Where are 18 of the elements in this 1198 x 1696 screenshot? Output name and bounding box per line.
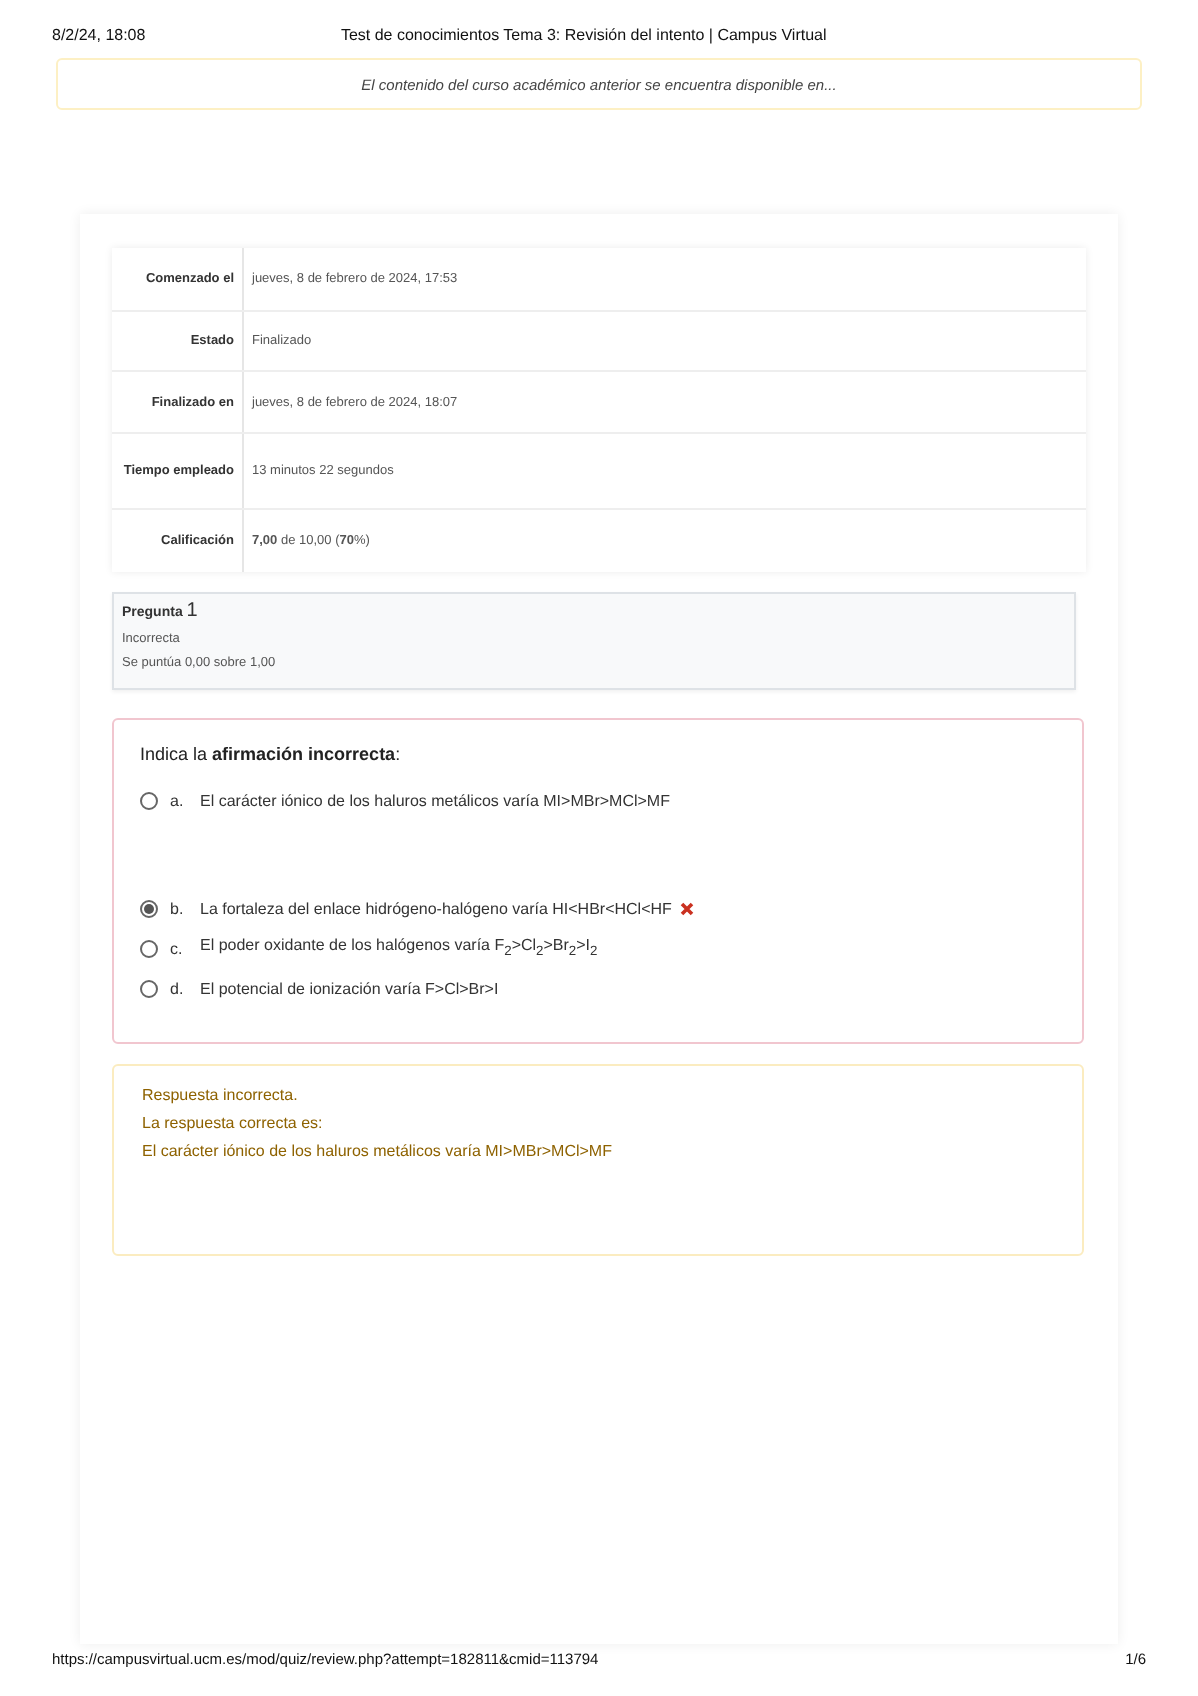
radio-button[interactable] [140,899,158,917]
option-letter: c. [170,939,185,957]
radio-button[interactable] [140,979,158,997]
option-text: El poder oxidante de los halógenos varía F$_{2}$>Cl$_{2}$>Br$_{2}$>I$_{2}$ [200,936,598,960]
feedback-intro: La respuesta correcta es: [142,1114,325,1132]
question-prompt: Indica la afirmación incorrecta: [140,744,403,764]
option-letter: b. [170,899,186,917]
page-title: Test de conocimientos Tema 3: Revisión del intento | Campus Virtual [338,26,829,48]
print-date: 8/2/24, 18:08 [52,26,146,48]
radio-button[interactable] [140,791,158,809]
option-letter: d. [170,979,186,997]
option-text: La fortaleza del enlace hidrógeno-halógeno varía HI<HBr<HCl<HF [200,899,672,917]
option-text: El carácter iónico de los haluros metálicos varía MI>MBr>MCl>MF [200,791,670,809]
correct-answer: El carácter iónico de los haluros metálicos varía MI>MBr>MCl>MF [142,1142,614,1160]
radio-button[interactable] [140,939,158,957]
option-letter: a. [170,791,186,809]
feedback-verdict: Respuesta incorrecta. [142,1086,300,1104]
option-text: El potencial de ionización varía F>Cl>Br>I [200,979,499,997]
